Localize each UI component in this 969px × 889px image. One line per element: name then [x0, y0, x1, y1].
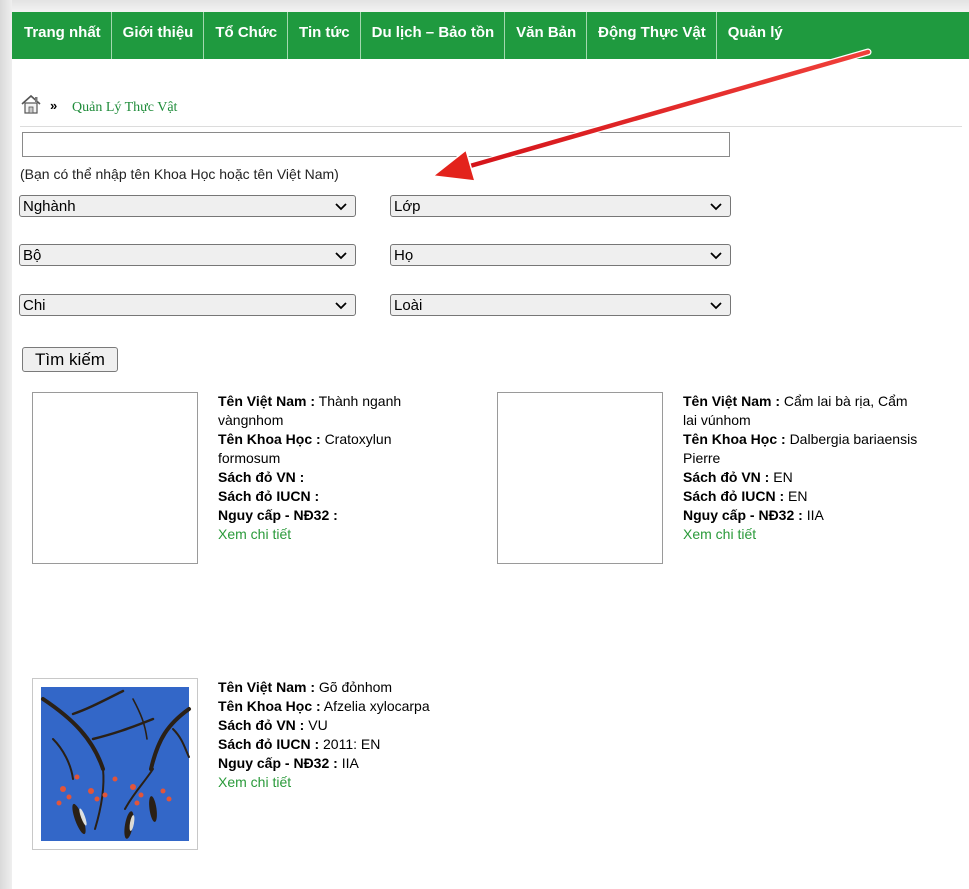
select-ho[interactable]: Họ — [390, 244, 731, 266]
plant-photo — [41, 687, 191, 841]
label-ten-viet-nam: Tên Việt Nam : — [218, 393, 315, 409]
nav-item-quan-ly[interactable]: Quản lý — [717, 12, 793, 59]
label-sach-do-vn: Sách đỏ VN : — [683, 469, 770, 485]
value-sach-do-iucn: EN — [788, 488, 808, 504]
plant-thumbnail[interactable] — [497, 392, 663, 564]
breadcrumb-current[interactable]: Quản Lý Thực Vật — [72, 100, 177, 116]
plant-info: Tên Việt Nam : Cẩm lai bà rịa, Cẩm lai v… — [683, 392, 919, 544]
chevron-down-icon — [335, 252, 347, 260]
value-nguy-cap: IIA — [341, 755, 359, 771]
nav-item-du-lich-bao-ton[interactable]: Du lịch – Bảo tồn — [361, 12, 506, 59]
select-chi-value: Chi — [23, 297, 46, 314]
label-sach-do-vn: Sách đỏ VN : — [218, 717, 305, 733]
main-nav: Trang nhất Giới thiệu Tổ Chức Tin tức Du… — [12, 12, 969, 59]
nav-item-van-ban[interactable]: Văn Bản — [505, 12, 588, 59]
nav-item-tin-tuc[interactable]: Tin tức — [288, 12, 361, 59]
search-button[interactable]: Tìm kiếm — [22, 347, 118, 372]
nav-item-trang-nhat[interactable]: Trang nhất — [12, 12, 112, 59]
value-nguy-cap: IIA — [806, 507, 824, 523]
breadcrumb-separator: » — [50, 98, 58, 113]
value-ten-viet-nam: Gõ đỏnhom — [318, 679, 393, 695]
plant-info: Tên Việt Nam : Gõ đỏnhom Tên Khoa Học : … — [218, 678, 454, 792]
result-card: Tên Việt Nam : Gõ đỏnhom Tên Khoa Học : … — [32, 678, 482, 878]
view-details-link[interactable]: Xem chi tiết — [218, 525, 454, 544]
search-hint: (Bạn có thể nhập tên Khoa Học hoặc tên V… — [20, 166, 339, 182]
label-sach-do-iucn: Sách đỏ IUCN : — [218, 488, 320, 504]
chevron-down-icon — [710, 203, 722, 211]
plant-thumbnail[interactable] — [32, 678, 198, 850]
result-card: Tên Việt Nam : Thành nganh vàngnhom Tên … — [32, 392, 482, 592]
window-top-edge — [0, 0, 969, 12]
chevron-down-icon — [710, 302, 722, 310]
view-details-link[interactable]: Xem chi tiết — [683, 525, 919, 544]
breadcrumb: » Quản Lý Thực Vật — [20, 94, 962, 127]
label-sach-do-vn: Sách đỏ VN : — [218, 469, 305, 485]
chevron-down-icon — [335, 203, 347, 211]
value-ten-khoa-hoc: Afzelia xylocarpa — [323, 698, 430, 714]
select-bo[interactable]: Bộ — [19, 244, 356, 266]
select-chi[interactable]: Chi — [19, 294, 356, 316]
label-sach-do-iucn: Sách đỏ IUCN : — [218, 736, 320, 752]
label-nguy-cap: Nguy cấp - NĐ32 : — [218, 755, 338, 771]
value-sach-do-vn: VU — [308, 717, 328, 733]
select-nganh-value: Nghành — [23, 198, 76, 215]
nav-item-to-chuc[interactable]: Tổ Chức — [204, 12, 289, 59]
result-card: Tên Việt Nam : Cẩm lai bà rịa, Cẩm lai v… — [497, 392, 947, 592]
select-nganh[interactable]: Nghành — [19, 195, 356, 217]
label-ten-viet-nam: Tên Việt Nam : — [683, 393, 780, 409]
window-left-edge — [0, 0, 12, 889]
nav-item-gioi-thieu[interactable]: Giới thiệu — [112, 12, 205, 59]
select-loai[interactable]: Loài — [390, 294, 731, 316]
search-input[interactable] — [22, 132, 730, 157]
label-ten-khoa-hoc: Tên Khoa Học : — [218, 698, 321, 714]
view-details-link[interactable]: Xem chi tiết — [218, 773, 454, 792]
value-sach-do-vn: EN — [773, 469, 793, 485]
label-sach-do-iucn: Sách đỏ IUCN : — [683, 488, 785, 504]
plant-thumbnail[interactable] — [32, 392, 198, 564]
select-ho-value: Họ — [394, 247, 414, 264]
select-lop-value: Lớp — [394, 198, 421, 215]
home-icon[interactable] — [20, 94, 42, 114]
nav-item-dong-thuc-vat[interactable]: Động Thực Vật — [587, 12, 717, 59]
select-lop[interactable]: Lớp — [390, 195, 731, 217]
chevron-down-icon — [710, 252, 722, 260]
select-loai-value: Loài — [394, 297, 423, 314]
label-nguy-cap: Nguy cấp - NĐ32 : — [683, 507, 803, 523]
select-bo-value: Bộ — [23, 247, 42, 264]
value-sach-do-iucn: 2011: EN — [323, 736, 381, 752]
label-ten-khoa-hoc: Tên Khoa Học : — [683, 431, 786, 447]
plant-info: Tên Việt Nam : Thành nganh vàngnhom Tên … — [218, 392, 454, 544]
chevron-down-icon — [335, 302, 347, 310]
label-ten-khoa-hoc: Tên Khoa Học : — [218, 431, 321, 447]
label-ten-viet-nam: Tên Việt Nam : — [218, 679, 315, 695]
label-nguy-cap: Nguy cấp - NĐ32 : — [218, 507, 338, 523]
